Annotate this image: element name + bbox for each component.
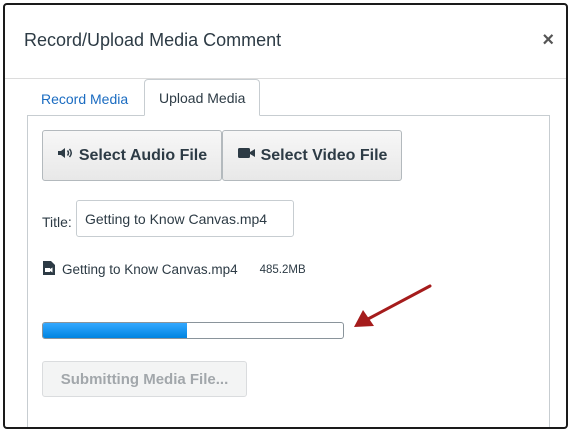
upload-progress-bar bbox=[42, 322, 344, 339]
title-input[interactable] bbox=[76, 200, 294, 237]
video-file-icon bbox=[42, 260, 56, 279]
upload-media-panel: Select Audio File Select Video File Titl… bbox=[27, 115, 550, 427]
file-size: 485.2MB bbox=[259, 263, 306, 276]
tab-upload-media[interactable]: Upload Media bbox=[144, 79, 261, 116]
media-comment-dialog: Record/Upload Media Comment × Record Med… bbox=[3, 3, 568, 429]
select-audio-file-label: Select Audio File bbox=[78, 146, 208, 164]
close-icon[interactable]: × bbox=[542, 28, 554, 52]
speaker-icon bbox=[57, 146, 75, 165]
video-camera-icon bbox=[237, 146, 257, 165]
file-name: Getting to Know Canvas.mp4 bbox=[62, 262, 238, 277]
title-label: Title: bbox=[42, 214, 72, 230]
dialog-header: Record/Upload Media Comment × bbox=[5, 5, 566, 79]
annotation-arrow bbox=[354, 284, 432, 327]
tab-record-media[interactable]: Record Media bbox=[27, 81, 142, 117]
upload-progress-fill bbox=[43, 323, 187, 338]
select-video-file-label: Select Video File bbox=[260, 146, 388, 164]
select-audio-file-button[interactable]: Select Audio File bbox=[42, 130, 222, 181]
selected-file-info: Getting to Know Canvas.mp4 485.2MB bbox=[42, 260, 306, 279]
dialog-title: Record/Upload Media Comment bbox=[24, 30, 282, 50]
submitting-media-file-button: Submitting Media File... bbox=[42, 361, 247, 397]
select-video-file-button[interactable]: Select Video File bbox=[222, 130, 402, 181]
